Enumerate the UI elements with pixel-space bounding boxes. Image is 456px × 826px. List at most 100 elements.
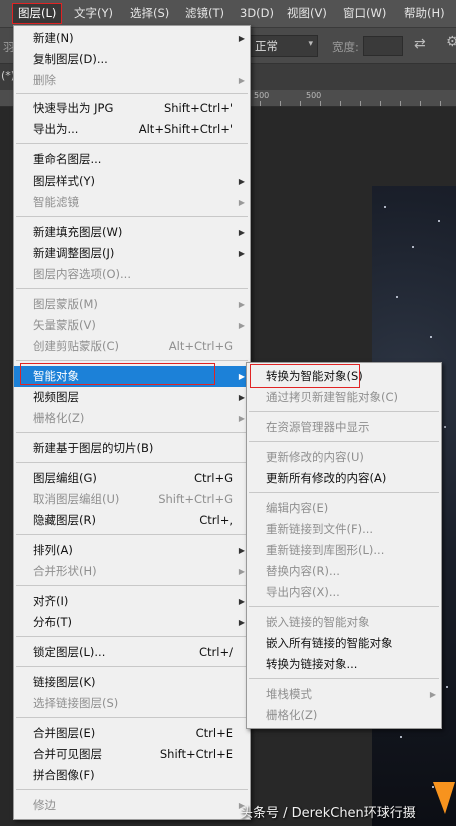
menu-item-new-adjustment-layer[interactable]: 新建调整图层(J) ▶	[14, 243, 250, 264]
submenu-arrow-icon: ▶	[238, 618, 245, 627]
menu-item-merge-layers[interactable]: 合并图层(E) Ctrl+E	[14, 723, 250, 744]
star	[396, 296, 398, 298]
menu-item-label: 锁定图层(L)...	[33, 645, 106, 659]
highlight-box-smart-object	[20, 363, 215, 385]
menu-item-label: 排列(A)	[33, 543, 73, 557]
menu-item-export-contents: 导出内容(X)...	[247, 582, 441, 603]
menu-item-new-layer-based-slice[interactable]: 新建基于图层的切片(B)	[14, 438, 250, 459]
menu-separator	[16, 143, 248, 144]
blend-mode-select[interactable]: 正常 ▾	[250, 35, 318, 57]
menu-item-flatten-image[interactable]: 拼合图像(F)	[14, 765, 250, 786]
watermark-text: 头条号 / DerekChen环球行摄	[240, 806, 416, 821]
ruler-tick	[360, 101, 361, 106]
submenu-arrow-icon: ▶	[238, 198, 245, 207]
menu-separator	[16, 789, 248, 790]
ruler-tick	[260, 101, 261, 106]
submenu-arrow-icon: ▶	[238, 177, 245, 186]
menu-item-align[interactable]: 对齐(I) ▶	[14, 591, 250, 612]
shortcut-label: Ctrl+/	[199, 645, 233, 659]
smart-object-submenu: 转换为智能对象(S) 通过拷贝新建智能对象(C) 在资源管理器中显示 更新修改的…	[246, 362, 442, 729]
menu-filter[interactable]: 滤镜(T)	[180, 4, 229, 23]
menu-item-distribute[interactable]: 分布(T) ▶	[14, 612, 250, 633]
star	[446, 686, 448, 688]
menu-item-new[interactable]: 新建(N) ▶	[14, 28, 250, 49]
menu-item-merge-visible[interactable]: 合并可见图层 Shift+Ctrl+E	[14, 744, 250, 765]
menu-item-label: 合并形状(H)	[33, 564, 97, 578]
width-input[interactable]	[363, 36, 403, 56]
gear-icon[interactable]: ⚙	[446, 34, 456, 50]
menu-separator	[249, 678, 439, 679]
menu-item-rasterize-smart-object: 栅格化(Z)	[247, 705, 441, 726]
menu-separator	[16, 432, 248, 433]
ruler-tick	[420, 101, 421, 106]
menu-item-export-as[interactable]: 导出为... Alt+Shift+Ctrl+'	[14, 119, 250, 140]
menu-item-layer-style[interactable]: 图层样式(Y) ▶	[14, 171, 250, 192]
menu-window[interactable]: 窗口(W)	[338, 4, 391, 23]
blend-mode-value: 正常	[255, 39, 278, 53]
menu-item-new-fill-layer[interactable]: 新建填充图层(W) ▶	[14, 222, 250, 243]
menu-separator	[16, 534, 248, 535]
ruler-tick	[400, 101, 401, 106]
menu-item-lock-layers[interactable]: 锁定图层(L)... Ctrl+/	[14, 642, 250, 663]
star	[384, 206, 386, 208]
menu-3d[interactable]: 3D(D)	[235, 4, 279, 23]
menu-item-embed-all-linked[interactable]: 嵌入所有链接的智能对象	[247, 633, 441, 654]
menu-separator	[16, 717, 248, 718]
menu-item-label: 矢量蒙版(V)	[33, 318, 96, 332]
menu-bar: 图层(L) 文字(Y) 选择(S) 滤镜(T) 3D(D) 视图(V) 窗口(W…	[0, 0, 456, 28]
menu-item-rename-layer[interactable]: 重命名图层...	[14, 149, 250, 170]
menu-item-label: 导出内容(X)...	[266, 585, 340, 599]
shortcut-label: Ctrl+E	[195, 726, 233, 740]
menu-item-label: 通过拷贝新建智能对象(C)	[266, 390, 399, 404]
menu-item-label: 栅格化(Z)	[266, 708, 318, 722]
menu-separator	[249, 492, 439, 493]
menu-layer[interactable]: 图层(L)	[11, 3, 63, 24]
menu-item-label: 链接图层(K)	[33, 675, 96, 689]
menu-item-video-layers[interactable]: 视频图层 ▶	[14, 387, 250, 408]
menu-item-label: 编辑内容(E)	[266, 501, 329, 515]
menu-item-replace-contents: 替换内容(R)...	[247, 561, 441, 582]
chevron-down-icon: ▾	[308, 39, 313, 49]
submenu-arrow-icon: ▶	[238, 300, 245, 309]
submenu-arrow-icon: ▶	[238, 249, 245, 258]
submenu-arrow-icon: ▶	[238, 567, 245, 576]
menu-view[interactable]: 视图(V)	[282, 4, 332, 23]
shortcut-label: Shift+Ctrl+'	[163, 101, 233, 115]
menu-item-label: 合并图层(E)	[33, 726, 96, 740]
menu-item-new-smart-object-via-copy: 通过拷贝新建智能对象(C)	[247, 387, 441, 408]
menu-item-label: 重新链接到库图形(L)...	[266, 543, 385, 557]
submenu-arrow-icon: ▶	[238, 546, 245, 555]
menu-item-label: 新建基于图层的切片(B)	[33, 441, 154, 455]
menu-item-duplicate-layer[interactable]: 复制图层(D)...	[14, 49, 250, 70]
menu-type[interactable]: 文字(Y)	[69, 4, 118, 23]
menu-item-label: 嵌入所有链接的智能对象	[266, 636, 393, 650]
menu-item-quick-export-jpg[interactable]: 快速导出为 JPG Shift+Ctrl+'	[14, 98, 250, 119]
menu-help[interactable]: 帮助(H)	[399, 4, 450, 23]
menu-item-label: 重新链接到文件(F)...	[266, 522, 374, 536]
menu-item-label: 图层编组(G)	[33, 471, 97, 485]
menu-item-link-layers[interactable]: 链接图层(K)	[14, 672, 250, 693]
menu-item-hide-layers[interactable]: 隐藏图层(R) Ctrl+,	[14, 510, 250, 531]
menu-item-label: 修边	[33, 798, 56, 812]
menu-item-relink-to-library-graphic: 重新链接到库图形(L)...	[247, 540, 441, 561]
menu-item-label: 删除	[33, 73, 56, 87]
menu-item-group-layers[interactable]: 图层编组(G) Ctrl+G	[14, 468, 250, 489]
menu-select[interactable]: 选择(S)	[125, 4, 174, 23]
orange-shape	[433, 782, 455, 814]
highlight-box-convert-smart-object	[250, 364, 360, 388]
shortcut-label: Shift+Ctrl+E	[159, 747, 233, 761]
menu-item-label: 选择链接图层(S)	[33, 696, 119, 710]
menu-item-arrange[interactable]: 排列(A) ▶	[14, 540, 250, 561]
menu-item-embed-linked: 嵌入链接的智能对象	[247, 612, 441, 633]
shortcut-label: Alt+Ctrl+G	[168, 339, 233, 353]
ruler-tick	[440, 101, 441, 106]
menu-item-label: 重命名图层...	[33, 152, 102, 166]
menu-item-update-all-modified-content[interactable]: 更新所有修改的内容(A)	[247, 468, 441, 489]
ruler-label: 500	[254, 91, 270, 100]
menu-separator	[16, 360, 248, 361]
menu-item-label: 新建填充图层(W)	[33, 225, 123, 239]
menu-item-convert-to-linked[interactable]: 转换为链接对象...	[247, 654, 441, 675]
menu-item-label: 创建剪贴蒙版(C)	[33, 339, 120, 353]
menu-item-select-linked-layers: 选择链接图层(S)	[14, 693, 250, 714]
swap-icon[interactable]: ⇄	[414, 36, 426, 52]
